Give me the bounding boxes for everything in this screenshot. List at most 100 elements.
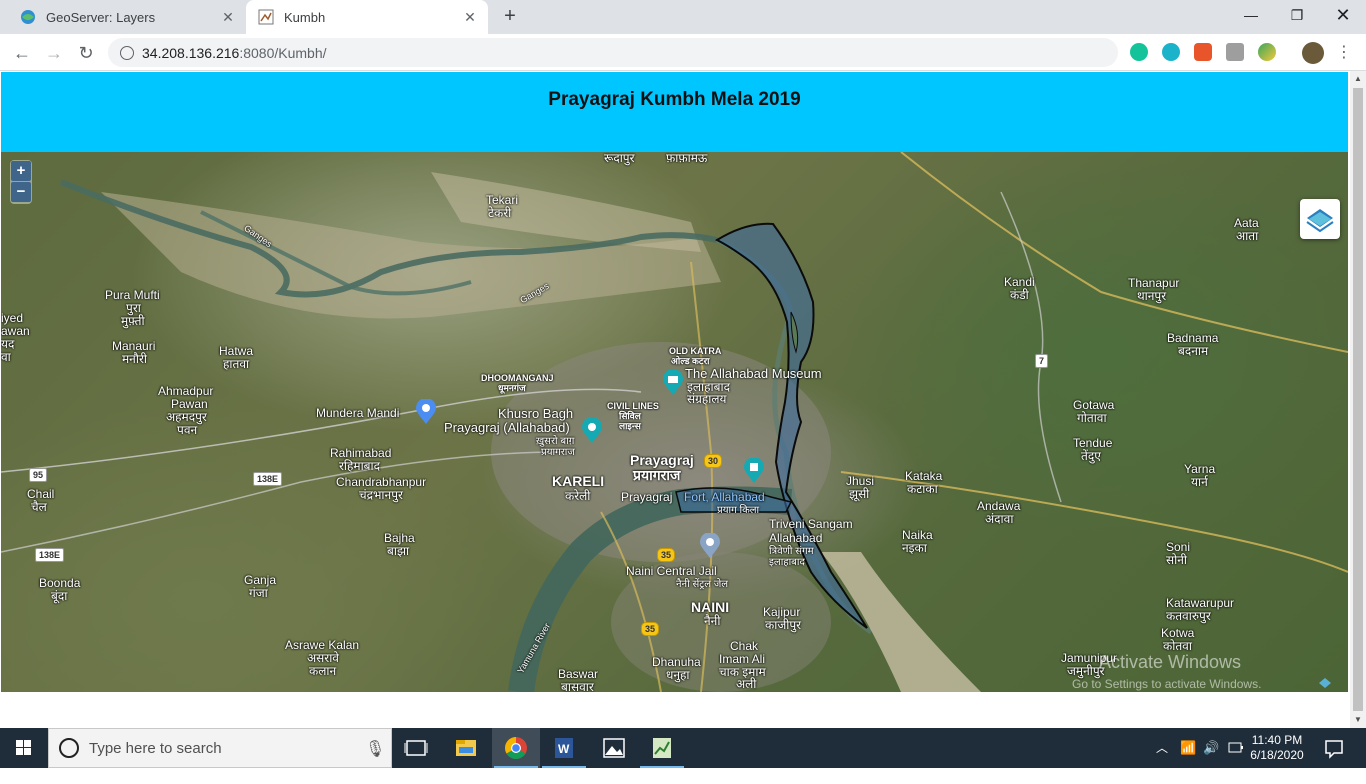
minimize-icon[interactable]: — xyxy=(1228,0,1274,34)
zoom-out-button[interactable]: − xyxy=(11,182,31,202)
scroll-down-icon[interactable]: ▼ xyxy=(1350,712,1366,728)
map-label: Prayagraj (Allahabad) xyxy=(444,420,570,435)
map-label: Khusro Bagh xyxy=(498,406,574,421)
kumbh-favicon-icon xyxy=(258,9,274,25)
map-label: तेंदुए xyxy=(1081,449,1101,463)
tray-expand-icon[interactable]: ︿ xyxy=(1156,728,1172,768)
grammarly-extension-icon[interactable] xyxy=(1130,43,1148,61)
word-icon[interactable]: W xyxy=(540,728,588,768)
menu-kebab-icon[interactable]: ⋮ xyxy=(1330,39,1358,67)
profile-avatar[interactable] xyxy=(1302,42,1324,64)
map-label: नइका xyxy=(902,541,927,555)
network-icon[interactable]: 📶 xyxy=(1180,728,1198,768)
map-label: पवन xyxy=(177,423,198,437)
tab-kumbh[interactable]: Kumbh ✕ xyxy=(246,0,488,34)
jail-pin-icon[interactable] xyxy=(699,533,721,559)
map-label: Fort, Allahabad xyxy=(684,490,765,504)
map-label: Allahabad xyxy=(769,531,823,545)
close-tab-icon[interactable]: ✕ xyxy=(220,9,236,25)
notifications-icon[interactable] xyxy=(1322,728,1346,768)
tab-geoserver[interactable]: GeoServer: Layers ✕ xyxy=(8,0,246,34)
map-label: टेकरी xyxy=(488,206,512,220)
close-tab-icon[interactable]: ✕ xyxy=(462,9,478,25)
road-shield: 35 xyxy=(657,548,676,562)
road-shield: 35 xyxy=(641,622,660,636)
activation-watermark-title: Activate Windows xyxy=(1099,652,1242,672)
map-label: मुफ़्ती xyxy=(121,314,145,328)
tab-title: GeoServer: Layers xyxy=(46,9,156,25)
map-label: बासवार xyxy=(561,680,594,693)
map-label: काजीपुर xyxy=(765,618,802,632)
browser-toolbar: ← → ↻ 34.208.136.216:8080/Kumbh/ ⋮ xyxy=(0,34,1366,71)
windows-logo-icon xyxy=(16,740,31,755)
road-shield: 30 xyxy=(704,454,723,468)
volume-icon[interactable]: 🔊 xyxy=(1203,728,1221,768)
scroll-up-icon[interactable]: ▲ xyxy=(1350,71,1366,87)
url-host: 34.208.136.216 xyxy=(142,44,240,61)
geoserver-favicon-icon xyxy=(20,9,36,25)
clock-date: 6/18/2020 xyxy=(1250,748,1304,762)
map-label: गंजा xyxy=(249,586,268,600)
reload-icon[interactable]: ↻ xyxy=(72,39,100,67)
layer-switcher-button[interactable] xyxy=(1300,199,1340,239)
landmark-pin-icon[interactable] xyxy=(581,418,603,444)
museum-pin-icon[interactable] xyxy=(662,370,684,396)
map-label: रूदापुर xyxy=(604,152,635,165)
map-label: कलान xyxy=(309,664,337,678)
map-view[interactable]: रूदापुर फ़ाफ़ामऊ Tekari टेकरी Ganges Gan… xyxy=(1,152,1348,692)
address-bar[interactable]: 34.208.136.216:8080/Kumbh/ xyxy=(108,38,1118,67)
clock-time: 11:40 PM xyxy=(1251,733,1303,747)
map-label: थानपुर xyxy=(1137,289,1167,303)
back-icon[interactable]: ← xyxy=(8,39,36,67)
map-label: इलाहाबाद xyxy=(769,557,805,568)
map-label: धनुहा xyxy=(666,668,690,682)
url-path: :8080/Kumbh/ xyxy=(239,44,327,61)
shopping-pin-icon[interactable] xyxy=(415,399,437,425)
taskbar-clock[interactable]: 11:40 PM 6/18/2020 xyxy=(1240,733,1314,763)
road-shield: 7 xyxy=(1035,354,1049,368)
site-info-icon[interactable] xyxy=(120,45,134,60)
puzzle-extension-icon[interactable] xyxy=(1226,43,1244,61)
chrome-taskbar-icon[interactable] xyxy=(492,728,540,768)
map-label: अली xyxy=(736,677,757,691)
fort-pin-icon[interactable] xyxy=(743,458,765,484)
new-tab-button[interactable]: + xyxy=(498,5,522,29)
map-label: Naini Central Jail xyxy=(626,564,717,578)
zoom-control: + − xyxy=(10,160,32,204)
taskbar-search-box[interactable]: Type here to search 🎙 xyxy=(48,728,392,768)
file-explorer-icon[interactable] xyxy=(442,728,490,768)
brave-extension-icon[interactable] xyxy=(1194,43,1212,61)
map-label: रहिमाबाद xyxy=(339,459,381,473)
page-title: Prayagraj Kumbh Mela 2019 xyxy=(548,89,801,110)
scroll-thumb[interactable] xyxy=(1353,88,1363,711)
header-banner: Prayagraj Kumbh Mela 2019 xyxy=(1,72,1348,152)
map-label: Prayagraj xyxy=(621,490,673,504)
close-window-icon[interactable]: ✕ xyxy=(1320,0,1366,34)
map-label: Mundera Mandi xyxy=(316,406,400,420)
map-label: प्रयागराज xyxy=(633,467,681,483)
m-extension-icon[interactable] xyxy=(1162,43,1180,61)
vertical-scrollbar[interactable]: ▲ ▼ xyxy=(1350,71,1366,728)
map-label: कतवारुपुर xyxy=(1166,609,1211,623)
map-label: चैल xyxy=(31,500,47,514)
microphone-icon[interactable]: 🎙 xyxy=(365,739,385,759)
road-shield: 95 xyxy=(29,468,48,482)
tab-strip: GeoServer: Layers ✕ Kumbh ✕ + — ❐ ✕ xyxy=(0,0,1366,34)
map-label: धूमनगंज xyxy=(498,383,526,393)
layers-icon xyxy=(1306,209,1334,233)
task-view-icon[interactable] xyxy=(392,728,440,768)
zoom-in-button[interactable]: + xyxy=(11,161,31,181)
notepad-chart-icon[interactable] xyxy=(638,728,686,768)
map-label: बूंदा xyxy=(51,589,68,603)
map-label: यार्न xyxy=(1191,475,1208,489)
globe-extension-icon[interactable] xyxy=(1258,43,1276,61)
map-label: सोनी xyxy=(1166,553,1187,567)
start-button[interactable] xyxy=(0,728,48,768)
tab-title: Kumbh xyxy=(284,9,326,25)
map-label: संग्रहालय xyxy=(687,392,727,406)
restore-icon[interactable]: ❐ xyxy=(1274,0,1320,34)
forward-icon[interactable]: → xyxy=(40,39,68,67)
photos-icon[interactable] xyxy=(590,728,638,768)
activation-watermark-text: Go to Settings to activate Windows. xyxy=(1072,677,1262,691)
search-placeholder: Type here to search xyxy=(89,739,222,757)
